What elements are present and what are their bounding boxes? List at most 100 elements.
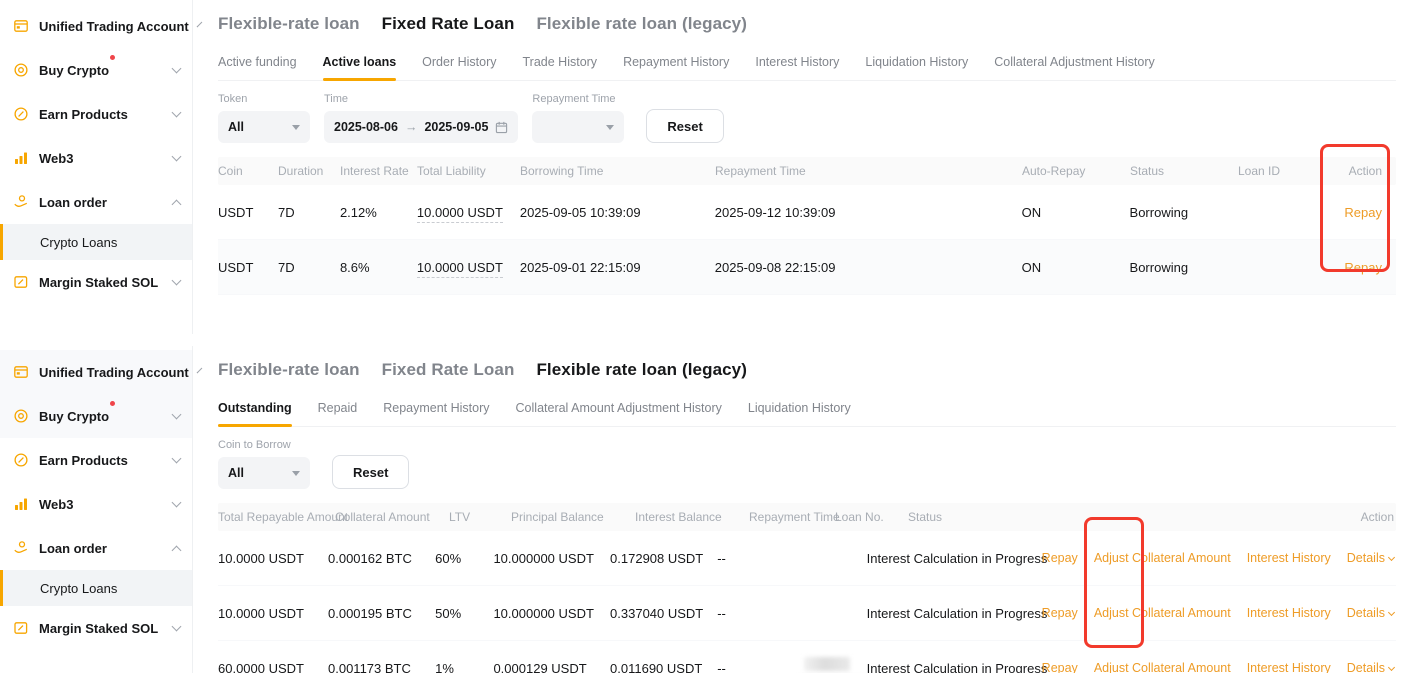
sidebar-item-loan-order[interactable]: Loan order: [0, 526, 192, 570]
repay-link[interactable]: Repay: [1042, 661, 1078, 673]
table-header-row: Total Repayable Amount Collateral Amount…: [218, 503, 1396, 531]
subtab-liquidation-history[interactable]: Liquidation History: [748, 401, 851, 426]
cell-repayment-time: --: [717, 661, 798, 673]
subtab-repayment-history[interactable]: Repayment History: [623, 55, 729, 80]
coin-to-borrow-filter-label: Coin to Borrow: [218, 439, 310, 451]
subtab-collateral-adjustment-history[interactable]: Collateral Adjustment History: [994, 55, 1154, 80]
cell-duration: 7D: [278, 260, 340, 275]
repayment-time-select[interactable]: [532, 111, 624, 143]
details-dropdown[interactable]: Details: [1347, 551, 1394, 565]
sidebar-item-web3[interactable]: Web3: [0, 482, 192, 526]
cell-coin: USDT: [218, 205, 278, 220]
active-loans-table: Coin Duration Interest Rate Total Liabil…: [218, 157, 1396, 295]
table-row: USDT 7D 8.6% 10.0000 USDT 2025-09-01 22:…: [218, 240, 1396, 295]
earn-products-icon: [13, 452, 29, 468]
time-range-picker[interactable]: 2025-08-06 → 2025-09-05: [324, 111, 518, 143]
subtab-repayment-history[interactable]: Repayment History: [383, 401, 489, 426]
subtab-collateral-amount-adjustment-history[interactable]: Collateral Amount Adjustment History: [516, 401, 722, 426]
buy-crypto-icon: [13, 62, 29, 78]
tab-flexible-rate-loan[interactable]: Flexible-rate loan: [218, 14, 360, 34]
interest-history-link[interactable]: Interest History: [1247, 606, 1331, 620]
cell-total-repayable: 10.0000 USDT: [218, 551, 328, 566]
cell-status: Interest Calculation in Progress: [867, 661, 1042, 673]
chevron-down-icon: [172, 498, 182, 508]
tab-flexible-rate-loan-legacy[interactable]: Flexible rate loan (legacy): [536, 360, 747, 380]
adjust-collateral-amount-link[interactable]: Adjust Collateral Amount: [1094, 551, 1231, 565]
tab-fixed-rate-loan[interactable]: Fixed Rate Loan: [382, 14, 515, 34]
sidebar-item-unified-trading-account[interactable]: Unified Trading Account: [0, 350, 192, 394]
details-dropdown[interactable]: Details: [1347, 661, 1394, 673]
legacy-subtabs: Outstanding Repaid Repayment History Col…: [218, 401, 1396, 427]
caret-down-icon: [292, 471, 300, 476]
cell-ltv: 50%: [435, 606, 493, 621]
header-duration: Duration: [278, 164, 340, 178]
sidebar-item-margin-staked-sol[interactable]: Margin Staked SOL: [0, 606, 192, 650]
cell-repayment-time: 2025-09-08 22:15:09: [715, 260, 1022, 275]
subtab-active-loans[interactable]: Active loans: [323, 55, 397, 80]
sidebar-subitem-crypto-loans[interactable]: Crypto Loans: [0, 570, 192, 606]
tab-fixed-rate-loan[interactable]: Fixed Rate Loan: [382, 360, 515, 380]
subtab-liquidation-history[interactable]: Liquidation History: [865, 55, 968, 80]
sidebar-subitem-label: Crypto Loans: [40, 235, 117, 250]
cell-borrowing-time: 2025-09-01 22:15:09: [520, 260, 715, 275]
cell-status: Interest Calculation in Progress: [867, 606, 1042, 621]
cell-repayment-time: --: [717, 551, 798, 566]
reset-button[interactable]: Reset: [332, 455, 409, 489]
tab-flexible-rate-loan-legacy[interactable]: Flexible rate loan (legacy): [536, 14, 747, 34]
sidebar-item-buy-crypto[interactable]: Buy Crypto: [0, 48, 192, 92]
subtab-interest-history[interactable]: Interest History: [755, 55, 839, 80]
subtab-order-history[interactable]: Order History: [422, 55, 496, 80]
table-row: 10.0000 USDT 0.000195 BTC 50% 10.000000 …: [218, 586, 1396, 641]
sidebar-item-unified-trading-account[interactable]: Unified Trading Account: [0, 4, 192, 48]
token-filter-label: Token: [218, 93, 310, 105]
repay-link[interactable]: Repay: [1042, 606, 1078, 620]
header-interest-balance: Interest Balance: [635, 510, 749, 524]
cell-status: Borrowing: [1130, 205, 1238, 220]
flexible-legacy-main: Flexible-rate loan Fixed Rate Loan Flexi…: [193, 346, 1404, 673]
details-dropdown[interactable]: Details: [1347, 606, 1394, 620]
sidebar-item-margin-staked-sol[interactable]: Margin Staked SOL: [0, 260, 192, 304]
cell-coin: USDT: [218, 260, 278, 275]
cell-interest-rate: 2.12%: [340, 205, 417, 220]
table-row: 60.0000 USDT 0.001173 BTC 1% 0.000129 US…: [218, 641, 1396, 673]
cell-interest-rate: 8.6%: [340, 260, 417, 275]
loan-type-tabs: Flexible-rate loan Fixed Rate Loan Flexi…: [218, 360, 1396, 380]
sidebar-item-label: Margin Staked SOL: [39, 275, 158, 290]
subtab-repaid[interactable]: Repaid: [318, 401, 358, 426]
sidebar-item-web3[interactable]: Web3: [0, 136, 192, 180]
header-repayment-time: Repayment Time: [749, 510, 835, 524]
sidebar-item-loan-order[interactable]: Loan order: [0, 180, 192, 224]
sidebar-item-earn-products[interactable]: Earn Products: [0, 438, 192, 482]
interest-history-link[interactable]: Interest History: [1247, 661, 1331, 673]
repay-link[interactable]: Repay: [1344, 260, 1382, 275]
interest-history-link[interactable]: Interest History: [1247, 551, 1331, 565]
cell-principal: 10.000000 USDT: [493, 551, 610, 566]
cell-collateral: 0.000162 BTC: [328, 551, 435, 566]
cell-repayment-time: 2025-09-12 10:39:09: [715, 205, 1022, 220]
tab-flexible-rate-loan[interactable]: Flexible-rate loan: [218, 360, 360, 380]
cell-repayment-time: --: [717, 606, 798, 621]
cell-interest: 0.011690 USDT: [610, 661, 717, 673]
sidebar-item-buy-crypto[interactable]: Buy Crypto: [0, 394, 192, 438]
cell-status: Borrowing: [1130, 260, 1238, 275]
adjust-collateral-amount-link[interactable]: Adjust Collateral Amount: [1094, 606, 1231, 620]
repay-link[interactable]: Repay: [1344, 205, 1382, 220]
cell-loan-no-redacted: [798, 551, 867, 566]
header-interest-rate: Interest Rate: [340, 164, 417, 178]
sidebar-item-earn-products[interactable]: Earn Products: [0, 92, 192, 136]
chevron-down-icon: [1388, 609, 1395, 616]
calendar-icon: [495, 121, 508, 134]
caret-down-icon: [606, 125, 614, 130]
notification-dot: [110, 55, 115, 60]
reset-button[interactable]: Reset: [646, 109, 723, 143]
token-select[interactable]: All: [218, 111, 310, 143]
flexible-legacy-panel: Unified Trading Account Buy Crypto Earn …: [0, 346, 1404, 673]
coin-to-borrow-select[interactable]: All: [218, 457, 310, 489]
subtab-trade-history[interactable]: Trade History: [523, 55, 598, 80]
repay-link[interactable]: Repay: [1042, 551, 1078, 565]
adjust-collateral-amount-link[interactable]: Adjust Collateral Amount: [1094, 661, 1231, 673]
sidebar-subitem-crypto-loans[interactable]: Crypto Loans: [0, 224, 192, 260]
header-collateral-amount: Collateral Amount: [335, 510, 449, 524]
subtab-outstanding[interactable]: Outstanding: [218, 401, 292, 426]
subtab-active-funding[interactable]: Active funding: [218, 55, 297, 80]
